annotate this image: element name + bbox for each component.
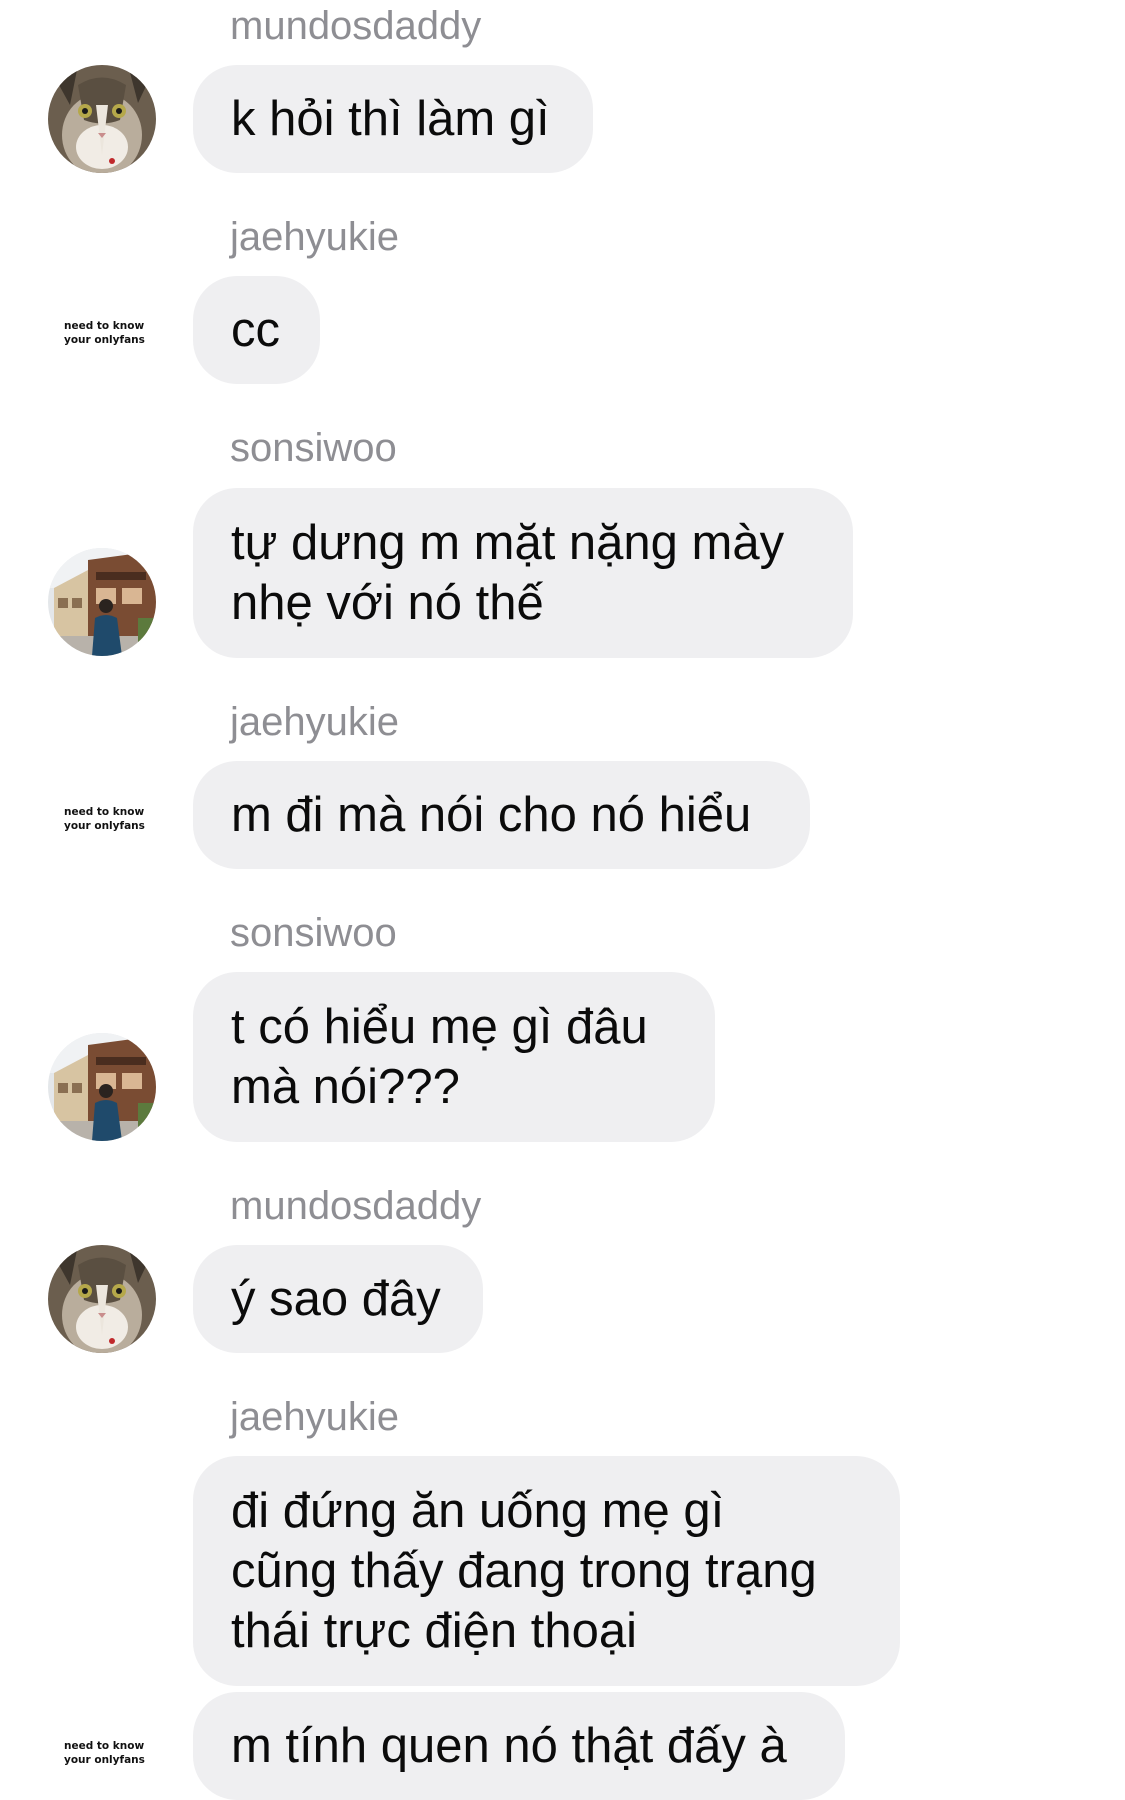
avatar-text-caption[interactable]: need to know your onlyfans (48, 805, 156, 845)
message-bubble[interactable]: cc (193, 276, 320, 384)
street-photo-avatar-image (48, 548, 156, 656)
message-bubble[interactable]: m đi mà nói cho nó hiểu (193, 761, 810, 869)
sender-name: jaehyukie (230, 700, 400, 744)
message-bubble[interactable]: m tính quen nó thật đấy à (193, 1692, 845, 1800)
message-text-line: mà nói??? (231, 1060, 460, 1114)
avatar-cat[interactable] (48, 65, 156, 173)
message-text-line: tự dưng m mặt nặng mày (231, 516, 785, 570)
sender-name: sonsiwoo (230, 426, 397, 470)
avatar-caption-line: your onlyfans (64, 820, 145, 832)
sender-name: jaehyukie (230, 1395, 400, 1439)
message-text-line: nhẹ với nó thế (231, 576, 544, 630)
avatar-cat[interactable] (48, 1245, 156, 1353)
message-text: ý sao đây (231, 1272, 441, 1326)
avatar-caption-line: your onlyfans (64, 334, 145, 346)
message-bubble[interactable]: k hỏi thì làm gì (193, 65, 593, 173)
chat-thread: mundosdaddy k hỏi thì làm gì jaehyukie n… (0, 0, 1125, 1800)
message-bubble[interactable]: đi đứng ăn uống mẹ gì cũng thấy đang tro… (193, 1456, 900, 1686)
avatar-caption-line: your onlyfans (64, 1754, 145, 1766)
sender-name: mundosdaddy (230, 4, 482, 48)
message-bubble[interactable]: ý sao đây (193, 1245, 483, 1353)
message-text: cc (231, 303, 280, 357)
street-photo-avatar-image (48, 1033, 156, 1141)
message-text-line: thái trực điện thoại (231, 1604, 637, 1658)
message-text: m đi mà nói cho nó hiểu (231, 788, 752, 842)
sender-name: sonsiwoo (230, 911, 397, 955)
message-bubble[interactable]: t có hiểu mẹ gì đâu mà nói??? (193, 972, 715, 1142)
avatar-caption-line: need to know (64, 806, 145, 818)
avatar-street-photo[interactable] (48, 1033, 156, 1141)
message-text-line: cũng thấy đang trong trạng (231, 1544, 817, 1598)
message-text-line: đi đứng ăn uống mẹ gì (231, 1484, 725, 1538)
cat-avatar-image (48, 1245, 156, 1353)
message-text: k hỏi thì làm gì (231, 92, 550, 146)
avatar-text-caption[interactable]: need to know your onlyfans (48, 1739, 156, 1779)
message-text-block: tự dưng m mặt nặng mày nhẹ với nó thế (231, 513, 784, 633)
cat-avatar-image (48, 65, 156, 173)
message-text-line: t có hiểu mẹ gì đâu (231, 1000, 648, 1054)
message-text: m tính quen nó thật đấy à (231, 1719, 787, 1773)
sender-name: mundosdaddy (230, 1184, 482, 1228)
message-bubble[interactable]: tự dưng m mặt nặng mày nhẹ với nó thế (193, 488, 853, 658)
avatar-street-photo[interactable] (48, 548, 156, 656)
avatar-caption-line: need to know (64, 1740, 145, 1752)
message-text-block: t có hiểu mẹ gì đâu mà nói??? (231, 997, 648, 1117)
avatar-text-caption[interactable]: need to know your onlyfans (48, 319, 156, 359)
sender-name: jaehyukie (230, 215, 400, 259)
message-text-block: đi đứng ăn uống mẹ gì cũng thấy đang tro… (231, 1481, 817, 1661)
avatar-caption-line: need to know (64, 320, 145, 332)
